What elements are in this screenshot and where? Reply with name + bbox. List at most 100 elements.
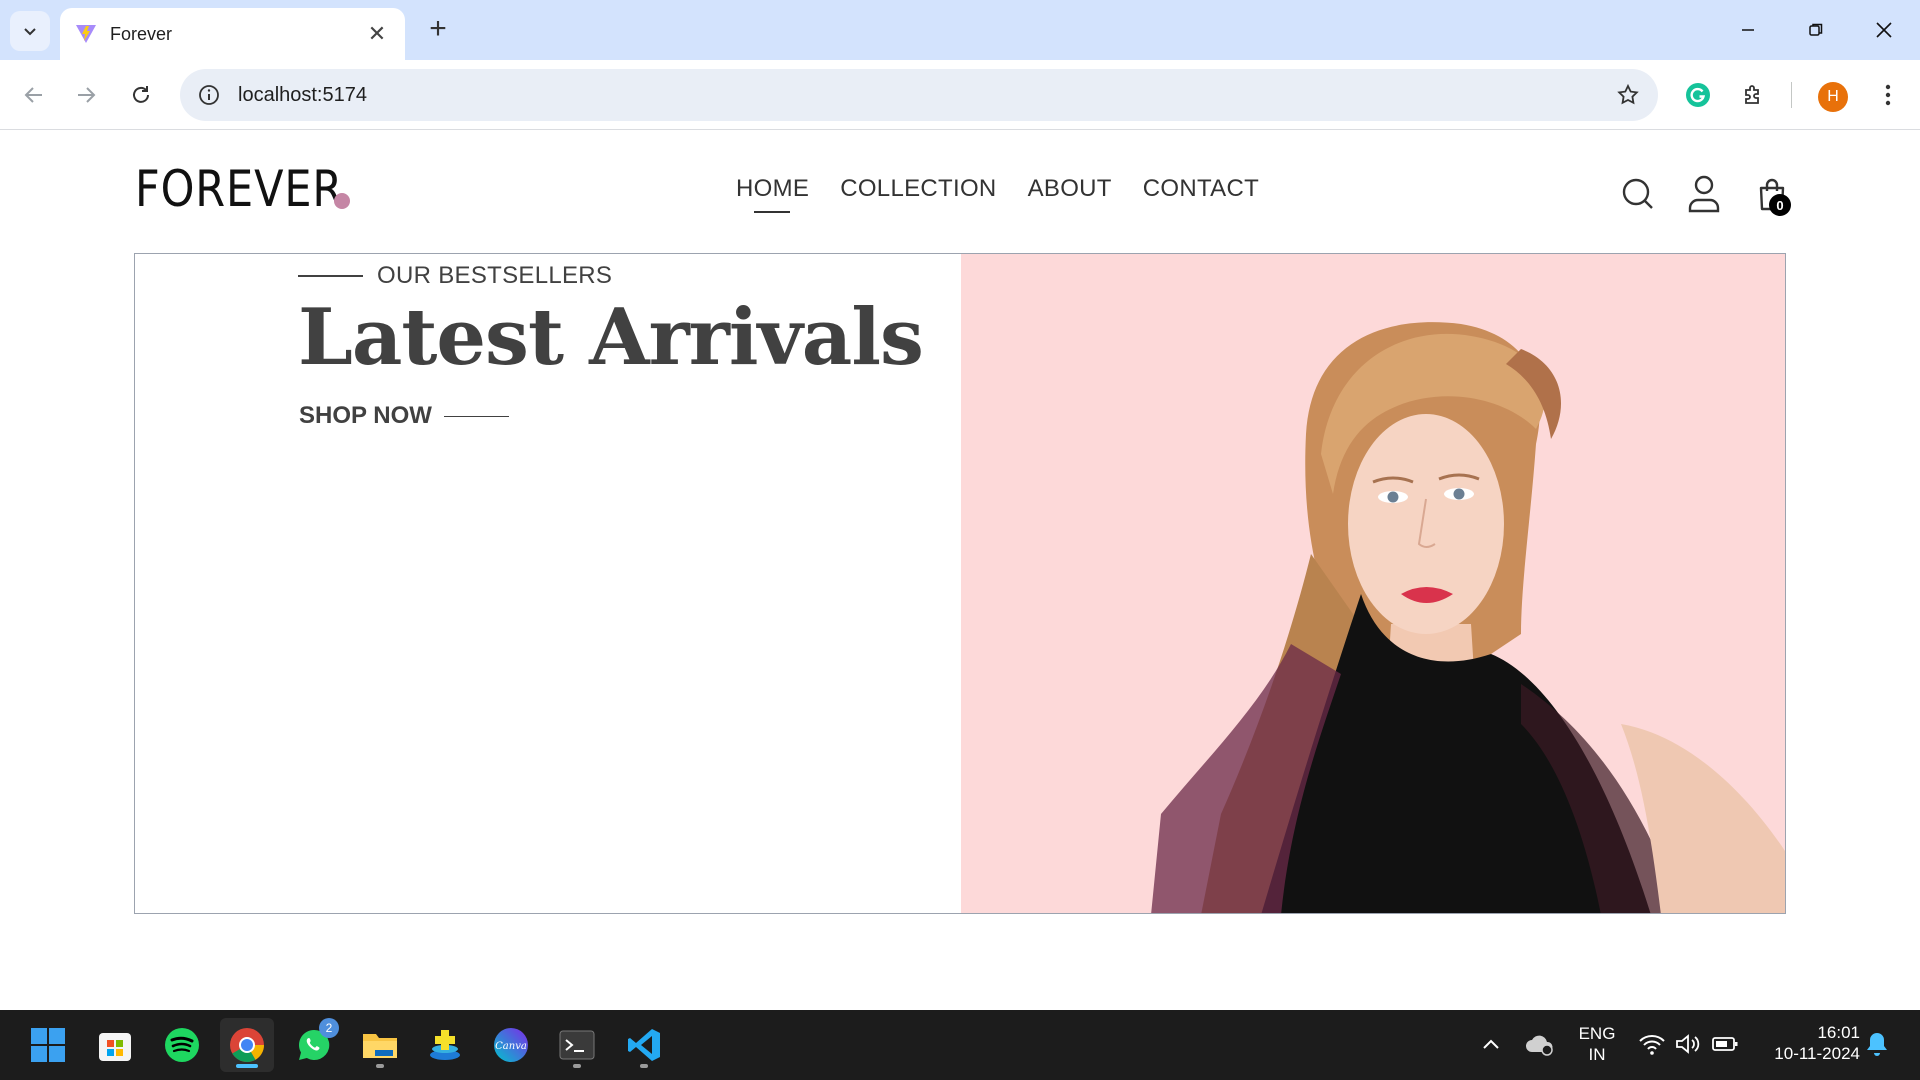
eyebrow-row: OUR BESTSELLERS: [298, 262, 612, 290]
region-code: IN: [1588, 1045, 1606, 1064]
language-indicator[interactable]: ENG IN: [1572, 1023, 1622, 1065]
new-tab-button[interactable]: +: [420, 12, 456, 48]
tab-close-icon[interactable]: ✕: [363, 21, 391, 47]
start-button[interactable]: [21, 1018, 75, 1072]
terminal-icon: [559, 1030, 595, 1060]
wifi-tray[interactable]: [1638, 1032, 1666, 1058]
grammarly-extension[interactable]: [1678, 75, 1718, 115]
vscode-running-indicator: [640, 1064, 648, 1068]
onedrive-tray[interactable]: [1524, 1030, 1556, 1060]
chrome-active-indicator: [236, 1064, 258, 1068]
shop-now-label[interactable]: SHOP NOW: [299, 402, 432, 430]
cart-count-badge: 0: [1769, 194, 1791, 216]
chevron-up-icon: [1483, 1039, 1499, 1049]
browser-tab[interactable]: Forever ✕: [60, 8, 405, 60]
toolbar-divider: [1791, 82, 1792, 108]
windows-icon: [31, 1028, 65, 1062]
taskbar-chrome[interactable]: [220, 1018, 274, 1072]
site-logo[interactable]: FOREVER: [135, 160, 343, 218]
eyebrow-text: OUR BESTSELLERS: [377, 262, 613, 289]
nav-home[interactable]: HOME: [736, 175, 809, 203]
arrow-right-icon: [78, 87, 96, 103]
restore-button[interactable]: [1792, 10, 1840, 50]
notifications-button[interactable]: [1864, 1030, 1892, 1060]
taskbar-canva[interactable]: Canva: [484, 1018, 538, 1072]
search-icon: [1622, 178, 1653, 209]
url-text: localhost:5174: [238, 83, 367, 106]
clock-date: 10-11-2024: [1774, 1044, 1860, 1063]
profile-button[interactable]: [1682, 172, 1726, 216]
vscode-icon: [628, 1029, 660, 1061]
taskbar-store[interactable]: [88, 1018, 142, 1072]
spotify-icon: [165, 1028, 199, 1062]
minimize-icon: [1742, 29, 1754, 31]
hero-image: [961, 254, 1785, 913]
volume-tray[interactable]: [1674, 1032, 1702, 1058]
volume-icon: [1676, 1034, 1700, 1054]
minimize-button[interactable]: [1724, 10, 1772, 50]
taskbar-terminal[interactable]: [550, 1018, 604, 1072]
shop-now-link[interactable]: SHOP NOW: [299, 402, 509, 430]
grammarly-icon: [1686, 83, 1710, 107]
tab-title: Forever: [110, 23, 173, 44]
nav-active-indicator: [754, 211, 790, 213]
browser-tabstrip: Forever ✕ +: [0, 0, 1920, 60]
clock-time: 16:01: [1817, 1023, 1860, 1042]
taskbar-file-explorer[interactable]: [353, 1018, 407, 1072]
reload-button[interactable]: [121, 75, 161, 115]
arrow-left-icon: [24, 87, 42, 103]
logo-dot: [334, 193, 350, 209]
chevron-down-icon: [24, 28, 36, 36]
site-info-icon[interactable]: [198, 84, 220, 106]
bell-icon: [1867, 1033, 1887, 1056]
close-icon: [1876, 22, 1892, 38]
show-hidden-icons-button[interactable]: [1478, 1032, 1504, 1058]
wifi-icon: [1639, 1035, 1665, 1055]
hero-title: Latest Arrivals: [298, 292, 924, 383]
nav-about[interactable]: ABOUT: [1028, 175, 1112, 203]
close-window-button[interactable]: [1860, 10, 1908, 50]
eyebrow-rule: [298, 275, 363, 277]
nav-contact[interactable]: CONTACT: [1143, 175, 1259, 203]
more-vert-icon: [1885, 84, 1891, 106]
taskbar-whatsapp[interactable]: 2: [287, 1018, 341, 1072]
explorer-running-indicator: [376, 1064, 384, 1068]
restore-icon: [1809, 23, 1823, 36]
battery-icon: [1712, 1037, 1738, 1051]
profile-avatar[interactable]: H: [1818, 82, 1848, 112]
user-icon: [1688, 175, 1720, 213]
main-nav: HOME COLLECTION ABOUT CONTACT: [736, 175, 1259, 203]
hero-text-panel: OUR BESTSELLERS Latest Arrivals SHOP NOW: [135, 254, 961, 913]
svg-text:Canva: Canva: [495, 1041, 527, 1052]
windows-taskbar: 2 Canva ENG IN 16:01 10-11-2024: [0, 1010, 1920, 1080]
hero-banner: OUR BESTSELLERS Latest Arrivals SHOP NOW: [134, 253, 1786, 914]
taskbar-app-stack[interactable]: [418, 1018, 472, 1072]
extensions-button[interactable]: [1733, 75, 1773, 115]
terminal-running-indicator: [573, 1064, 581, 1068]
puzzle-icon: [1745, 85, 1759, 104]
clock[interactable]: 16:01 10-11-2024: [1752, 1022, 1860, 1064]
tab-search-button[interactable]: [10, 11, 50, 51]
canva-icon: Canva: [494, 1028, 528, 1062]
forward-button[interactable]: [66, 75, 106, 115]
medical-app-icon: [430, 1030, 460, 1060]
address-bar[interactable]: localhost:5174: [180, 69, 1658, 121]
back-button[interactable]: [14, 75, 54, 115]
whatsapp-badge: 2: [319, 1018, 339, 1038]
taskbar-vscode[interactable]: [617, 1018, 671, 1072]
cloud-icon: [1526, 1035, 1553, 1056]
microsoft-store-icon: [99, 1033, 131, 1061]
bookmark-star-icon[interactable]: [1616, 83, 1640, 107]
browser-toolbar: localhost:5174: [0, 60, 1920, 130]
battery-tray[interactable]: [1710, 1032, 1740, 1058]
nav-collection[interactable]: COLLECTION: [840, 175, 996, 203]
search-button[interactable]: [1616, 172, 1660, 216]
taskbar-spotify[interactable]: [155, 1018, 209, 1072]
reload-icon: [133, 86, 149, 103]
shop-now-rule: [443, 415, 509, 417]
vite-favicon-icon: [76, 25, 96, 43]
chrome-menu-button[interactable]: [1868, 75, 1908, 115]
chrome-icon: [230, 1028, 264, 1062]
model-portrait-illustration: [1151, 322, 1785, 913]
language-code: ENG: [1578, 1024, 1616, 1043]
